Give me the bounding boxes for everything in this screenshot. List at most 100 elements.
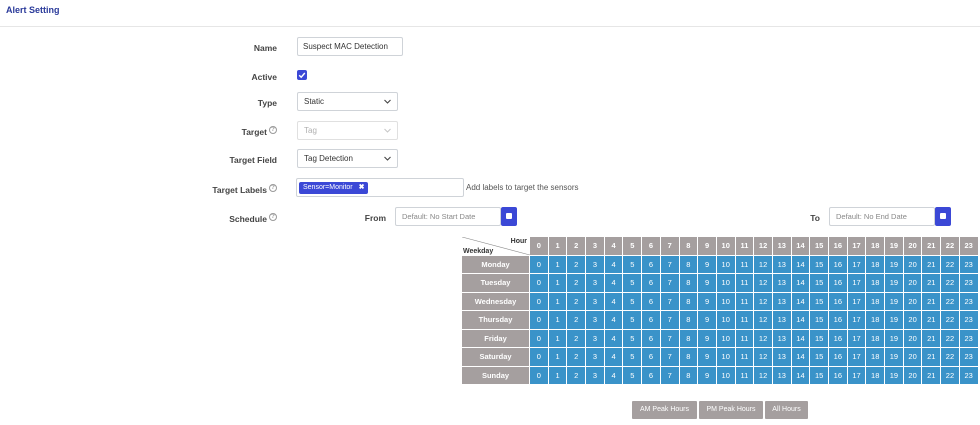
schedule-cell[interactable]: 18 [865, 328, 886, 348]
schedule-cell[interactable]: 2 [566, 347, 587, 367]
schedule-cell[interactable]: 23 [958, 254, 979, 274]
schedule-cell[interactable]: 2 [566, 328, 587, 348]
schedule-cell[interactable]: 13 [771, 310, 792, 330]
schedule-cell[interactable]: 4 [603, 254, 624, 274]
schedule-cell[interactable]: 19 [884, 310, 904, 330]
schedule-cell[interactable]: 18 [865, 310, 886, 330]
day-header-wednesday[interactable]: Wednesday [461, 291, 530, 311]
schedule-cell[interactable]: 22 [940, 310, 960, 330]
hour-header-0[interactable]: 0 [529, 236, 549, 256]
schedule-cell[interactable]: 0 [529, 273, 549, 293]
schedule-cell[interactable]: 3 [585, 347, 605, 367]
schedule-cell[interactable]: 11 [734, 310, 755, 330]
schedule-cell[interactable]: 18 [865, 291, 886, 311]
schedule-cell[interactable]: 17 [846, 347, 867, 367]
schedule-cell[interactable]: 3 [585, 273, 605, 293]
hour-header-16[interactable]: 16 [828, 236, 848, 256]
schedule-cell[interactable]: 5 [622, 347, 643, 367]
schedule-cell[interactable]: 4 [603, 347, 624, 367]
hour-header-12[interactable]: 12 [753, 236, 773, 256]
schedule-cell[interactable]: 18 [865, 347, 886, 367]
hour-header-10[interactable]: 10 [715, 236, 736, 256]
schedule-cell[interactable]: 22 [940, 328, 960, 348]
help-icon[interactable]: ? [269, 126, 277, 134]
schedule-cell[interactable]: 7 [659, 254, 680, 274]
schedule-cell[interactable]: 5 [622, 365, 643, 385]
am-peak-hours-button[interactable]: AM Peak Hours [632, 401, 697, 419]
day-header-tuesday[interactable]: Tuesday [461, 273, 530, 293]
schedule-cell[interactable]: 21 [921, 310, 942, 330]
schedule-cell[interactable]: 6 [641, 328, 661, 348]
schedule-cell[interactable]: 2 [566, 365, 587, 385]
schedule-cell[interactable]: 4 [603, 291, 624, 311]
schedule-cell[interactable]: 4 [603, 365, 624, 385]
schedule-cell[interactable]: 19 [884, 347, 904, 367]
day-header-sunday[interactable]: Sunday [461, 365, 530, 385]
schedule-cell[interactable]: 17 [846, 273, 867, 293]
schedule-cell[interactable]: 8 [678, 291, 699, 311]
help-icon[interactable]: ? [269, 184, 277, 192]
schedule-cell[interactable]: 22 [940, 347, 960, 367]
to-date-input[interactable]: Default: No End Date [829, 207, 935, 226]
schedule-cell[interactable]: 14 [790, 291, 811, 311]
schedule-cell[interactable]: 14 [790, 365, 811, 385]
schedule-cell[interactable]: 9 [697, 365, 717, 385]
name-field[interactable]: Suspect MAC Detection [297, 37, 403, 56]
hour-header-2[interactable]: 2 [566, 236, 587, 256]
schedule-cell[interactable]: 22 [940, 273, 960, 293]
schedule-cell[interactable]: 0 [529, 328, 549, 348]
hour-header-13[interactable]: 13 [771, 236, 792, 256]
schedule-cell[interactable]: 11 [734, 291, 755, 311]
schedule-cell[interactable]: 21 [921, 347, 942, 367]
schedule-cell[interactable]: 1 [547, 273, 568, 293]
hour-header-7[interactable]: 7 [659, 236, 680, 256]
hour-header-18[interactable]: 18 [865, 236, 886, 256]
schedule-cell[interactable]: 9 [697, 328, 717, 348]
schedule-cell[interactable]: 20 [902, 365, 923, 385]
schedule-cell[interactable]: 23 [958, 328, 979, 348]
hour-header-17[interactable]: 17 [846, 236, 867, 256]
schedule-cell[interactable]: 8 [678, 273, 699, 293]
schedule-cell[interactable]: 13 [771, 347, 792, 367]
hour-header-22[interactable]: 22 [940, 236, 960, 256]
schedule-cell[interactable]: 19 [884, 254, 904, 274]
schedule-cell[interactable]: 20 [902, 347, 923, 367]
schedule-cell[interactable]: 5 [622, 310, 643, 330]
schedule-cell[interactable]: 1 [547, 328, 568, 348]
schedule-cell[interactable]: 12 [753, 291, 773, 311]
schedule-cell[interactable]: 20 [902, 254, 923, 274]
schedule-cell[interactable]: 17 [846, 328, 867, 348]
schedule-cell[interactable]: 9 [697, 310, 717, 330]
schedule-cell[interactable]: 3 [585, 291, 605, 311]
schedule-cell[interactable]: 16 [828, 273, 848, 293]
schedule-cell[interactable]: 9 [697, 273, 717, 293]
schedule-cell[interactable]: 2 [566, 310, 587, 330]
target-field-select[interactable]: Tag Detection [297, 149, 398, 168]
schedule-cell[interactable]: 4 [603, 310, 624, 330]
schedule-cell[interactable]: 11 [734, 254, 755, 274]
schedule-cell[interactable]: 16 [828, 328, 848, 348]
schedule-cell[interactable]: 10 [715, 254, 736, 274]
schedule-cell[interactable]: 21 [921, 365, 942, 385]
schedule-cell[interactable]: 10 [715, 347, 736, 367]
day-header-thursday[interactable]: Thursday [461, 310, 530, 330]
schedule-cell[interactable]: 15 [809, 328, 829, 348]
hour-header-21[interactable]: 21 [921, 236, 942, 256]
schedule-cell[interactable]: 15 [809, 291, 829, 311]
schedule-cell[interactable]: 7 [659, 291, 680, 311]
hour-header-3[interactable]: 3 [585, 236, 605, 256]
schedule-cell[interactable]: 13 [771, 328, 792, 348]
all-hours-button[interactable]: All Hours [765, 401, 808, 419]
schedule-cell[interactable]: 21 [921, 254, 942, 274]
schedule-cell[interactable]: 2 [566, 273, 587, 293]
hour-header-5[interactable]: 5 [622, 236, 643, 256]
schedule-cell[interactable]: 8 [678, 365, 699, 385]
schedule-cell[interactable]: 8 [678, 347, 699, 367]
schedule-cell[interactable]: 18 [865, 273, 886, 293]
schedule-cell[interactable]: 14 [790, 328, 811, 348]
hour-header-4[interactable]: 4 [603, 236, 624, 256]
schedule-cell[interactable]: 13 [771, 254, 792, 274]
schedule-cell[interactable]: 5 [622, 328, 643, 348]
schedule-cell[interactable]: 8 [678, 254, 699, 274]
schedule-cell[interactable]: 10 [715, 328, 736, 348]
